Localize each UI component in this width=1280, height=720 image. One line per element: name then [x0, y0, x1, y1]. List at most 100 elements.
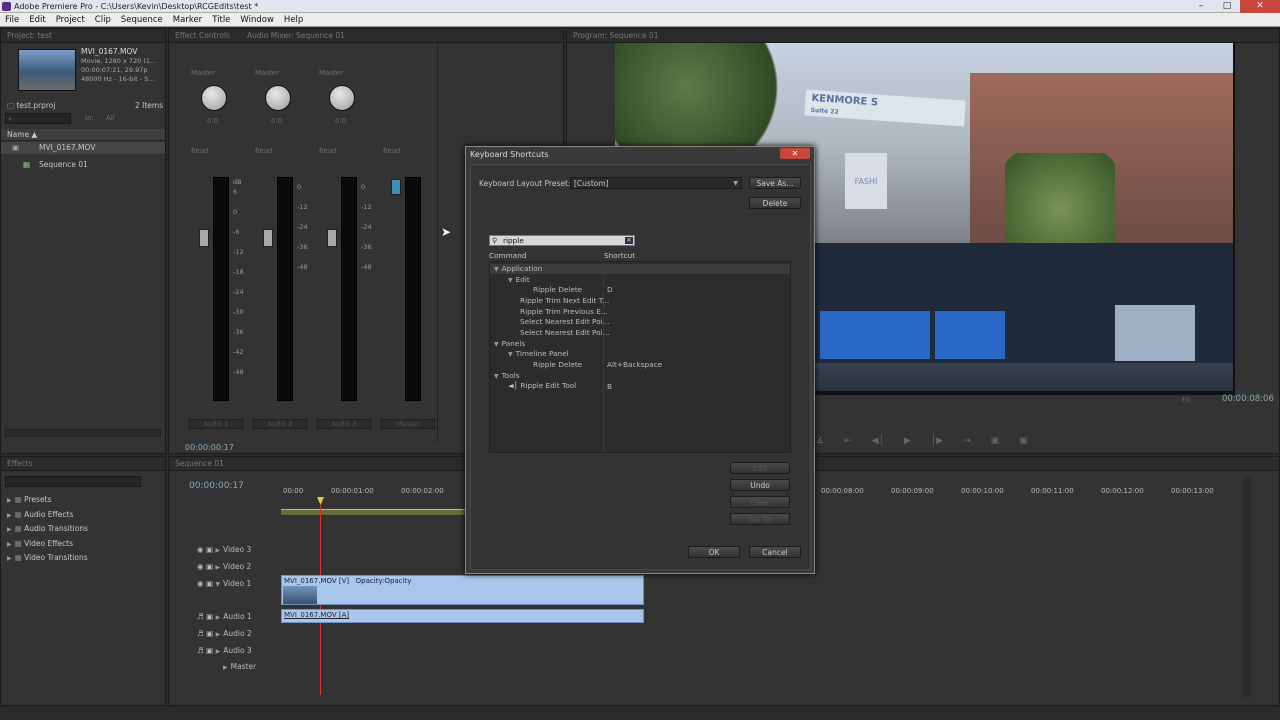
- pan-knob-3[interactable]: [329, 85, 355, 111]
- project-tab[interactable]: Project: test: [1, 29, 165, 43]
- eye-icon[interactable]: ◉: [197, 562, 204, 571]
- effects-folder-presets[interactable]: ▶ ▦ Presets: [7, 493, 88, 508]
- expand-icon[interactable]: ▶: [215, 547, 220, 554]
- effects-folder-video-transitions[interactable]: ▶ ▦ Video Transitions: [7, 551, 88, 566]
- speaker-icon[interactable]: ♬: [197, 646, 204, 655]
- cancel-button[interactable]: Cancel: [749, 546, 801, 558]
- name-column-header[interactable]: Name ▲: [1, 129, 165, 141]
- command-ripple-delete-timeline[interactable]: Ripple Delete: [533, 360, 582, 369]
- command-ripple-trim-previous[interactable]: Ripple Trim Previous E...: [520, 307, 608, 316]
- eye-icon[interactable]: ◉: [197, 545, 204, 554]
- command-ripple-edit-tool[interactable]: ◄│ Ripple Edit Tool: [508, 381, 576, 390]
- command-select-nearest-2[interactable]: Select Nearest Edit Poi...: [520, 328, 610, 337]
- shortcut-search-input[interactable]: ⚲ ripple ✕: [489, 235, 635, 246]
- project-search-input[interactable]: ⌕: [5, 113, 71, 124]
- step-forward-icon[interactable]: │▶: [931, 436, 943, 450]
- tree-category-panels[interactable]: ▼ Panels: [494, 339, 525, 348]
- channel-1-preset[interactable]: Master: [191, 69, 215, 77]
- clear-button[interactable]: Clear: [730, 496, 790, 508]
- command-ripple-delete[interactable]: Ripple Delete: [533, 285, 582, 294]
- close-window-button[interactable]: ✕: [1240, 0, 1280, 13]
- expand-icon[interactable]: ▶: [223, 664, 228, 671]
- effects-folder-audio-transitions[interactable]: ▶ ▦ Audio Transitions: [7, 522, 88, 537]
- volume-fader-2[interactable]: [263, 229, 273, 247]
- preset-dropdown[interactable]: [Custom] ▼: [570, 177, 742, 189]
- delete-preset-button[interactable]: Delete: [749, 197, 801, 209]
- tree-category-application[interactable]: ▼ Application: [494, 264, 542, 273]
- video-clip-fx[interactable]: Opacity:Opacity: [352, 577, 412, 585]
- lock-icon[interactable]: ▣: [206, 579, 213, 588]
- menu-help[interactable]: Help: [279, 15, 308, 25]
- in-filter[interactable]: In: All: [85, 114, 115, 122]
- minimize-button[interactable]: –: [1188, 0, 1214, 13]
- volume-fader-3[interactable]: [327, 229, 337, 247]
- tab-audio-mixer[interactable]: Audio Mixer: Sequence 01: [247, 29, 345, 42]
- menu-marker[interactable]: Marker: [168, 15, 207, 25]
- export-frame-icon[interactable]: ▣: [1019, 436, 1028, 450]
- tree-group-edit[interactable]: ▼ Edit: [508, 275, 530, 284]
- go-to-button[interactable]: Go To: [730, 513, 790, 525]
- expand-icon[interactable]: ▶: [215, 564, 220, 571]
- edit-button[interactable]: Edit: [730, 462, 790, 474]
- tab-effect-controls[interactable]: Effect Controls: [175, 29, 247, 42]
- video-clip[interactable]: MVI_0167.MOV [V] Opacity:Opacity: [281, 575, 644, 605]
- tree-category-tools[interactable]: ▼ Tools: [494, 371, 520, 380]
- go-to-out-icon[interactable]: ⇥: [963, 436, 971, 450]
- timeline-scrollbar[interactable]: [1243, 477, 1251, 697]
- shortcut-column-header[interactable]: Shortcut: [604, 251, 635, 260]
- volume-fader-1[interactable]: [199, 229, 209, 247]
- menu-clip[interactable]: Clip: [90, 15, 116, 25]
- playhead-icon[interactable]: [317, 497, 324, 505]
- menu-window[interactable]: Window: [235, 15, 279, 25]
- automation-read-master[interactable]: Read: [383, 147, 401, 155]
- eye-icon[interactable]: ◉: [197, 579, 204, 588]
- maximize-button[interactable]: □: [1214, 0, 1240, 13]
- shortcut-ripple-edit-tool[interactable]: B: [607, 382, 612, 391]
- lock-icon[interactable]: ▣: [206, 562, 213, 571]
- speaker-icon[interactable]: ♬: [197, 612, 204, 621]
- project-scrollbar[interactable]: [5, 429, 161, 437]
- volume-fader-master[interactable]: [391, 179, 401, 195]
- project-item-sequence[interactable]: ▦ Sequence 01: [1, 159, 165, 171]
- menu-project[interactable]: Project: [51, 15, 90, 25]
- play-icon[interactable]: ▶: [904, 436, 911, 450]
- shortcut-ripple-delete[interactable]: D: [607, 285, 613, 294]
- undo-button[interactable]: Undo: [730, 479, 790, 491]
- expand-icon[interactable]: ▶: [216, 614, 221, 621]
- clear-search-icon[interactable]: ✕: [625, 237, 633, 244]
- menu-edit[interactable]: Edit: [24, 15, 50, 25]
- speaker-icon[interactable]: ♬: [197, 629, 204, 638]
- channel-2-preset[interactable]: Master: [255, 69, 279, 77]
- save-as-button[interactable]: Save As...: [749, 177, 801, 189]
- lock-icon[interactable]: ▣: [206, 612, 213, 621]
- shortcut-ripple-delete-timeline[interactable]: Alt+Backspace: [607, 360, 662, 369]
- expand-icon[interactable]: ▶: [216, 648, 221, 655]
- effects-folder-audio-effects[interactable]: ▶ ▦ Audio Effects: [7, 508, 88, 523]
- command-select-nearest-1[interactable]: Select Nearest Edit Poi...: [520, 317, 610, 326]
- pan-knob-2[interactable]: [265, 85, 291, 111]
- lock-icon[interactable]: ▣: [206, 646, 213, 655]
- program-tab[interactable]: Program: Sequence 01: [567, 29, 1279, 43]
- pan-knob-1[interactable]: [201, 85, 227, 111]
- channel-3-preset[interactable]: Master: [319, 69, 343, 77]
- step-back-icon[interactable]: ◀│: [872, 436, 884, 450]
- insert-icon[interactable]: ▣: [991, 436, 1000, 450]
- ok-button[interactable]: OK: [688, 546, 740, 558]
- project-item-clip[interactable]: ▣ MVI_0167.MOV: [1, 142, 165, 154]
- command-ripple-trim-next[interactable]: Ripple Trim Next Edit T...: [520, 296, 609, 305]
- menu-title[interactable]: Title: [207, 15, 235, 25]
- menu-file[interactable]: File: [0, 15, 24, 25]
- audio-clip[interactable]: MVI_0167.MOV [A]: [281, 609, 644, 623]
- lock-icon[interactable]: ▣: [206, 629, 213, 638]
- command-column-header[interactable]: Command: [489, 251, 527, 260]
- work-area-bar[interactable]: [281, 509, 466, 515]
- dialog-close-button[interactable]: ✕: [780, 148, 810, 159]
- lock-icon[interactable]: ▣: [206, 545, 213, 554]
- automation-read-2[interactable]: Read: [255, 147, 273, 155]
- effects-tab[interactable]: Effects: [1, 457, 165, 471]
- automation-read-1[interactable]: Read: [191, 147, 209, 155]
- automation-read-3[interactable]: Read: [319, 147, 337, 155]
- mark-in-icon[interactable]: ∡: [816, 436, 824, 450]
- go-to-in-icon[interactable]: ⇤: [844, 436, 852, 450]
- fit-dropdown[interactable]: Fit: [1182, 396, 1190, 404]
